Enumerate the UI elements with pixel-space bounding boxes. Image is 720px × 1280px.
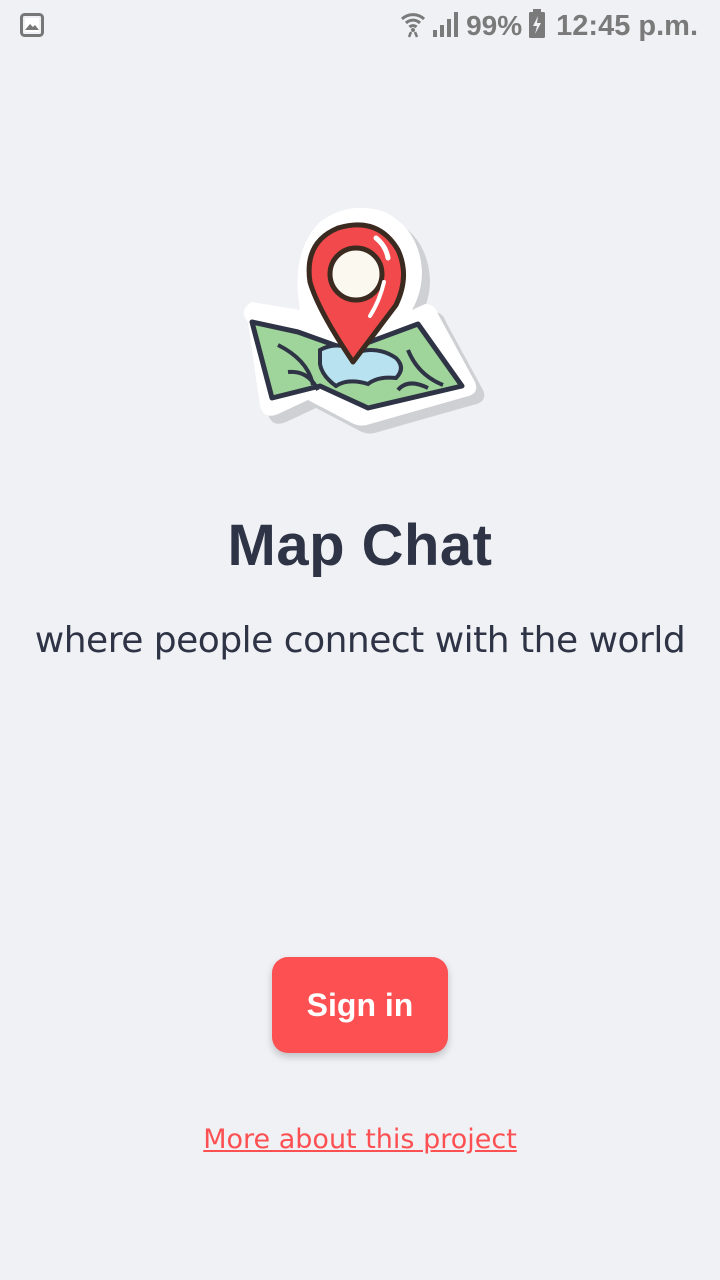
signal-icon: [432, 10, 460, 43]
map-pin-icon: [228, 200, 490, 445]
status-bar: 99% 12:45 p.m.: [0, 0, 720, 52]
splash-screen: 99% 12:45 p.m. Map Chat where people con…: [0, 0, 720, 1280]
wifi-icon: [400, 10, 426, 43]
status-indicators: 99% 12:45 p.m.: [400, 6, 698, 46]
image-icon: [20, 13, 44, 37]
app-title: Map Chat: [227, 513, 493, 578]
battery-percent: 99%: [466, 10, 523, 41]
more-about-link[interactable]: More about this project: [0, 1124, 720, 1155]
battery-charging-icon: [528, 8, 546, 44]
clock: 12:45 p.m.: [556, 9, 698, 42]
app-tagline: where people connect with the world: [34, 620, 686, 661]
sign-in-button[interactable]: Sign in: [272, 957, 448, 1053]
